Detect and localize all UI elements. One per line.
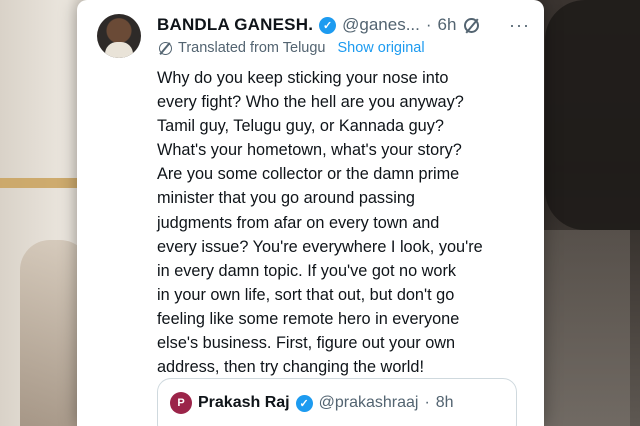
tweet-card[interactable]: BANDLA GANESH. ✓ @ganes... · 6h ··· Tran…: [77, 0, 544, 426]
background-figure-right: [545, 0, 640, 230]
author-handle[interactable]: @ganes...: [342, 15, 420, 35]
tweet-timestamp[interactable]: 6h: [438, 15, 457, 35]
tweet-body-line: every issue? You're everywhere I look, y…: [157, 237, 483, 256]
tweet-body-line: every fight? Who the hell are you anyway…: [157, 93, 464, 112]
tweet-body: Why do you keep sticking your nose into …: [157, 66, 537, 379]
show-original-link[interactable]: Show original: [338, 40, 425, 56]
tweet-body-line: address, then try changing the world!: [157, 358, 424, 377]
verified-badge-icon: ✓: [295, 394, 313, 412]
separator-dot: ·: [425, 15, 432, 34]
tweet-body-line: in your own life, sort that out, but don…: [157, 285, 455, 304]
tweet-body-line: Tamil guy, Telugu guy, or Kannada guy?: [157, 117, 444, 136]
quoted-tweet-header: P Prakash Raj ✓ @prakashraaj · 8h: [170, 392, 454, 414]
translation-notice: Translated from Telugu Show original: [159, 40, 425, 56]
tweet-body-line: feeling like some remote hero in everyon…: [157, 309, 460, 328]
tweet-header: BANDLA GANESH. ✓ @ganes... · 6h ···: [157, 13, 530, 37]
translate-globe-icon: [159, 41, 172, 55]
translated-label: Translated from Telugu: [178, 40, 326, 56]
verified-badge-icon: ✓: [319, 16, 337, 34]
tweet-body-line: judgments from afar on every town and: [157, 213, 440, 232]
tweet-body-line: What's your hometown, what's your story?: [157, 141, 462, 160]
tweet-body-line: Are you some collector or the damn prime: [157, 165, 460, 184]
tweet-body-line: else's business. First, figure out your …: [157, 334, 456, 353]
more-options-icon[interactable]: ···: [509, 15, 530, 36]
tweet-body-line: minister that you go around passing: [157, 189, 415, 208]
quoted-author-name[interactable]: Prakash Raj: [198, 394, 290, 412]
author-avatar[interactable]: [97, 14, 141, 58]
quoted-tweet-timestamp[interactable]: 8h: [436, 394, 454, 412]
tweet-body-line: in every damn topic. If you've got no wo…: [157, 261, 457, 280]
tweet-body-line: Why do you keep sticking your nose into: [157, 69, 449, 87]
quoted-author-handle[interactable]: @prakashraaj: [319, 394, 419, 412]
separator-dot: ·: [424, 394, 430, 411]
grok-icon[interactable]: [464, 17, 480, 33]
author-name[interactable]: BANDLA GANESH.: [157, 15, 313, 35]
quoted-tweet[interactable]: P Prakash Raj ✓ @prakashraaj · 8h: [157, 378, 517, 426]
quoted-author-avatar[interactable]: P: [170, 392, 192, 414]
